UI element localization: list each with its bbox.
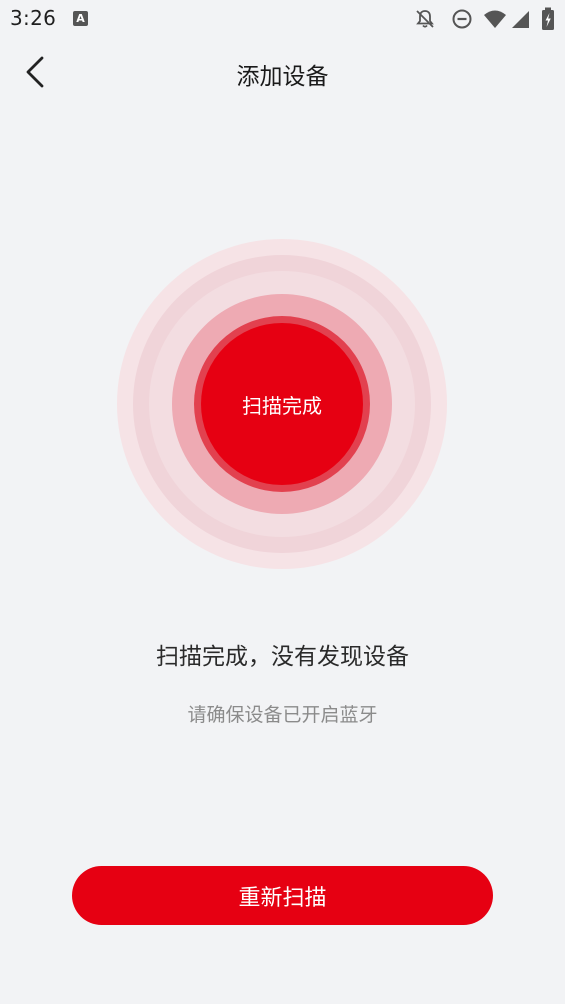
result-hint: 请确保设备已开启蓝牙 <box>187 704 378 726</box>
a-notification-icon: A <box>73 11 88 26</box>
rescan-button[interactable]: 重新扫描 <box>72 866 493 925</box>
page-title: 添加设备 <box>236 64 329 90</box>
do-not-disturb-icon <box>451 8 473 34</box>
nav-bar: 添加设备 <box>0 38 565 106</box>
wifi-icon <box>483 9 507 33</box>
result-title: 扫描完成，没有发现设备 <box>156 644 409 670</box>
scan-radar: 扫描完成 <box>117 239 447 569</box>
scan-status-circle: 扫描完成 <box>201 323 363 485</box>
bell-off-icon <box>414 8 436 34</box>
cellular-signal-icon <box>510 9 530 33</box>
scan-status-label: 扫描完成 <box>242 393 322 418</box>
rescan-button-label: 重新扫描 <box>238 885 327 911</box>
status-bar: 3:26 A <box>0 0 565 38</box>
status-time: 3:26 <box>10 6 57 30</box>
battery-charging-icon <box>541 7 555 35</box>
a-notification-letter: A <box>76 12 85 25</box>
